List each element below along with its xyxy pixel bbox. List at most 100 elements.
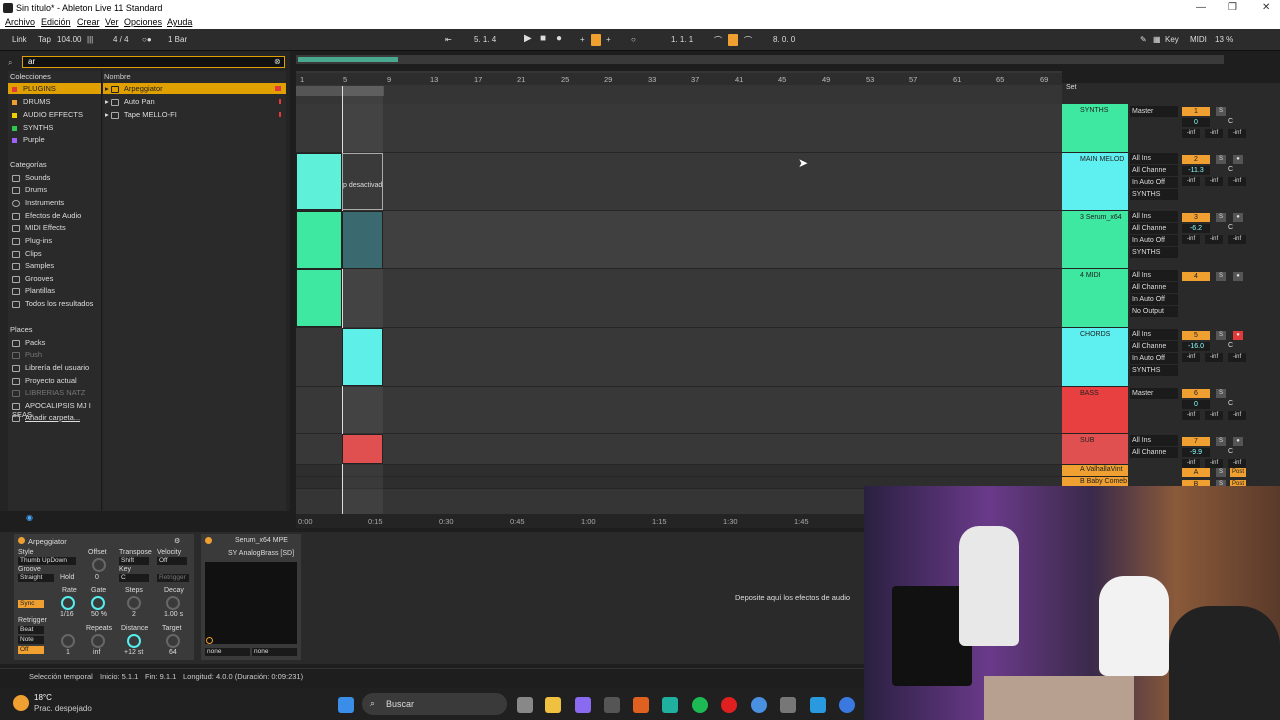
midi-clip[interactable] xyxy=(342,328,383,386)
volume-field[interactable]: 0 xyxy=(1182,400,1210,409)
arpeggiator-device[interactable]: Arpeggiator ⚙ Style Thumb UpDown Groove … xyxy=(14,534,194,660)
menu-archivo[interactable]: Archivo xyxy=(5,17,35,27)
arm-button[interactable]: ● xyxy=(1233,213,1243,222)
macro-select[interactable]: none xyxy=(205,648,250,656)
arm-button[interactable]: ● xyxy=(1233,437,1243,446)
rate-knob[interactable] xyxy=(61,596,75,610)
arm-button[interactable]: ● xyxy=(1233,272,1243,281)
macro-select[interactable]: none xyxy=(252,648,297,656)
preview-icon[interactable]: ◉ xyxy=(26,513,33,522)
spotify-icon[interactable] xyxy=(692,697,708,713)
track-header-synths[interactable]: SYNTHS xyxy=(1062,104,1128,153)
gate-knob[interactable] xyxy=(91,596,105,610)
retrigger-beat-button[interactable]: Beat xyxy=(18,626,44,634)
offset-knob[interactable] xyxy=(92,558,106,572)
track-activator[interactable]: 4 xyxy=(1182,272,1210,281)
midi-clip[interactable] xyxy=(342,434,383,464)
category-all-results[interactable]: Todos los resultados xyxy=(12,299,93,308)
target-knob[interactable] xyxy=(166,634,180,648)
input-channel-select[interactable]: All Channe xyxy=(1130,282,1178,293)
key-map-button[interactable]: Key xyxy=(1165,35,1179,44)
draw-mode-icon[interactable]: ✎ xyxy=(1140,35,1147,44)
category-midi-effects[interactable]: MIDI Effects xyxy=(12,223,66,232)
session-record-icon[interactable]: ○ xyxy=(631,35,636,44)
volume-field[interactable]: -9.9 xyxy=(1182,448,1210,457)
keyboard-icon[interactable]: ▦ xyxy=(1153,35,1161,44)
output-select[interactable]: SYNTHS xyxy=(1130,247,1178,258)
app-icon[interactable] xyxy=(633,697,649,713)
retrigger-note-button[interactable]: Note xyxy=(18,636,44,644)
deactivated-clip[interactable]: p desactivad xyxy=(342,153,383,210)
pan-field[interactable]: C xyxy=(1228,342,1233,349)
return-lane-a[interactable] xyxy=(296,465,1062,477)
metronome-dots-icon[interactable]: ○● xyxy=(142,35,152,44)
input-channel-select[interactable]: All Channe xyxy=(1130,447,1178,458)
monitor-switch[interactable]: In Auto Off xyxy=(1130,177,1178,188)
arm-button[interactable]: ● xyxy=(1233,331,1243,340)
output-select[interactable]: SYNTHS xyxy=(1130,189,1178,200)
output-select[interactable]: No Output xyxy=(1130,306,1178,317)
device-settings-icon[interactable]: ⚙ xyxy=(174,537,180,545)
punch-in-icon[interactable]: ⌒ xyxy=(714,35,722,46)
weather-temp[interactable]: 18°C xyxy=(34,693,52,702)
loop-length-field[interactable]: 8. 0. 0 xyxy=(773,35,795,44)
close-icon[interactable]: ✕ xyxy=(1262,2,1270,13)
repeats-knob[interactable] xyxy=(91,634,105,648)
retrigger-button[interactable]: Retrigger xyxy=(157,574,189,582)
solo-button[interactable]: S xyxy=(1216,213,1226,222)
velocity-button[interactable]: Off xyxy=(157,557,187,565)
device-on-icon[interactable] xyxy=(18,537,25,544)
arm-button[interactable]: ● xyxy=(1233,155,1243,164)
add-folder-link[interactable]: Añadir carpeta... xyxy=(12,413,80,422)
hold-button[interactable]: Hold xyxy=(60,574,74,581)
collection-audio-effects[interactable]: AUDIO EFFECTS xyxy=(12,110,83,119)
add-icon[interactable]: + xyxy=(606,35,611,44)
midi-clip[interactable] xyxy=(296,153,342,210)
input-channel-select[interactable]: All Channe xyxy=(1130,165,1178,176)
place-librerias-natz[interactable]: LIBRERIAS NATZ xyxy=(12,388,85,397)
post-button[interactable]: Post xyxy=(1230,468,1246,477)
weather-icon[interactable] xyxy=(13,695,29,711)
quantize-select[interactable]: 1 Bar xyxy=(168,35,187,44)
automation-arm-button[interactable] xyxy=(591,34,601,46)
metronome-icon[interactable]: ||| xyxy=(87,35,93,44)
solo-button[interactable]: S xyxy=(1216,437,1226,446)
key-select[interactable]: C xyxy=(119,574,149,582)
retrigger-off-button[interactable]: Off xyxy=(18,646,44,654)
track-activator[interactable]: 6 xyxy=(1182,389,1210,398)
minimize-icon[interactable]: — xyxy=(1196,2,1206,13)
solo-button[interactable]: S xyxy=(1216,389,1226,398)
midi-map-button[interactable]: MIDI xyxy=(1190,35,1207,44)
style-select[interactable]: Thumb UpDown xyxy=(18,557,76,565)
pan-field[interactable]: C xyxy=(1228,166,1233,173)
result-arpeggiator[interactable]: ▸ Arpeggiator xyxy=(103,83,286,94)
midi-clip[interactable] xyxy=(296,269,342,327)
midi-clip[interactable] xyxy=(296,211,342,269)
result-tape-mello-fi[interactable]: ▸ Tape MELLO-FI xyxy=(105,110,177,119)
io-chords[interactable]: All Ins All Channe In Auto Off SYNTHS xyxy=(1130,329,1178,377)
decay-knob[interactable] xyxy=(166,596,180,610)
app-icon[interactable] xyxy=(810,697,826,713)
place-user-library[interactable]: Librería del usuario xyxy=(12,363,89,372)
track-header-serum[interactable]: 3 Serum_x64 xyxy=(1062,211,1128,269)
overdub-icon[interactable]: + xyxy=(580,35,585,44)
input-type-select[interactable]: All Ins xyxy=(1130,435,1178,446)
ableton-live-icon[interactable] xyxy=(662,697,678,713)
track-activator[interactable]: 3 xyxy=(1182,213,1210,222)
io-serum[interactable]: All Ins All Channe In Auto Off SYNTHS xyxy=(1130,211,1178,259)
collection-purple[interactable]: Purple xyxy=(12,135,45,144)
output-select[interactable]: Master xyxy=(1130,106,1178,117)
punch-out-icon[interactable]: ⌒ xyxy=(744,35,752,46)
stop-icon[interactable]: ■ xyxy=(540,33,546,44)
follow-icon[interactable]: ⇤ xyxy=(445,35,452,44)
track-header-midi[interactable]: 4 MIDI xyxy=(1062,269,1128,328)
weather-text[interactable]: Prac. despejado xyxy=(34,704,92,713)
volume-field[interactable]: -11.3 xyxy=(1182,166,1210,175)
input-channel-select[interactable]: All Channe xyxy=(1130,341,1178,352)
menu-ver[interactable]: Ver xyxy=(105,17,119,27)
monitor-switch[interactable]: In Auto Off xyxy=(1130,235,1178,246)
monitor-switch[interactable]: In Auto Off xyxy=(1130,294,1178,305)
volume-field[interactable]: -6.2 xyxy=(1182,224,1210,233)
tap-button[interactable]: Tap xyxy=(38,35,51,44)
taskbar-search[interactable]: ⌕ Buscar xyxy=(362,693,507,715)
